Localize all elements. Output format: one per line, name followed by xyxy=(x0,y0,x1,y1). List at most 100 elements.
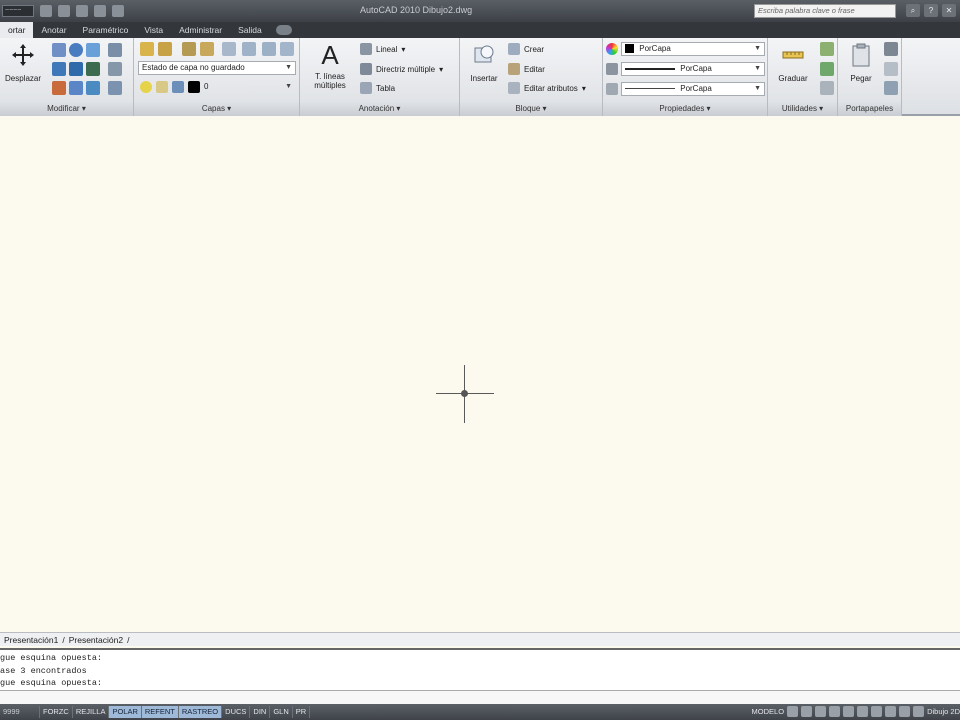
measure-button[interactable]: Graduar xyxy=(772,42,814,83)
lineweight-value: PorCapa xyxy=(680,64,712,73)
close-icon[interactable]: ✕ xyxy=(942,4,956,17)
move-icon xyxy=(12,44,34,66)
search-icon[interactable]: ⌕ xyxy=(906,4,920,17)
toggle-gln[interactable]: GLN xyxy=(270,706,293,718)
erase-icon[interactable] xyxy=(52,81,66,95)
panel-anotacion-label[interactable]: Anotación ▾ xyxy=(300,102,459,116)
calculator-icon[interactable] xyxy=(820,62,834,76)
linetype-dropdown[interactable]: PorCapa ▼ xyxy=(621,82,765,96)
paste-button[interactable]: Pegar xyxy=(842,42,880,83)
create-block-button[interactable]: Crear xyxy=(508,43,544,55)
dropdown-icon[interactable] xyxy=(112,5,124,17)
toggle-rejilla[interactable]: REJILLA xyxy=(73,706,110,718)
color-dropdown[interactable]: PorCapa ▼ xyxy=(621,42,765,56)
mirror-icon[interactable] xyxy=(52,62,66,76)
auto-scale-icon[interactable] xyxy=(899,706,911,717)
annotation-scale-icon[interactable] xyxy=(871,706,883,717)
panel-bloque: Insertar Crear Editar Editar atributos ▾… xyxy=(460,38,603,116)
table-button[interactable]: Tabla xyxy=(360,82,395,94)
extend-icon[interactable] xyxy=(108,62,122,76)
tab-salida[interactable]: Salida xyxy=(230,25,270,35)
workspace-label[interactable]: Dibujo 2D xyxy=(927,707,960,716)
layer-isolate-icon[interactable] xyxy=(158,42,172,56)
tab-insertar[interactable]: ortar xyxy=(0,22,34,38)
layer-freeze-icon[interactable] xyxy=(242,42,256,56)
toggle-ducs[interactable]: DUCS xyxy=(222,706,251,718)
save-icon[interactable] xyxy=(58,5,70,17)
tab-presentacion2[interactable]: Presentación2 xyxy=(69,635,123,645)
circle-icon[interactable] xyxy=(69,43,83,57)
pan-icon[interactable] xyxy=(815,706,827,717)
tab-parametrico[interactable]: Paramétrico xyxy=(75,25,137,35)
linear-dim-button[interactable]: Lineal ▾ xyxy=(360,43,405,55)
workspace-gear-icon[interactable] xyxy=(913,706,925,717)
fillet-icon[interactable] xyxy=(86,62,100,76)
quick-access-field[interactable]: ~~~~ xyxy=(2,5,34,17)
layer-properties-icon[interactable] xyxy=(140,42,154,56)
toggle-polar[interactable]: POLAR xyxy=(109,706,142,718)
array-icon[interactable] xyxy=(86,81,100,95)
undo-icon[interactable] xyxy=(76,5,88,17)
layout-tabs: Presentación1 / Presentación2 / xyxy=(0,632,960,646)
panel-capas-label[interactable]: Capas ▾ xyxy=(134,102,299,116)
tab-presentacion1[interactable]: Presentación1 xyxy=(4,635,58,645)
match-properties-icon[interactable] xyxy=(884,81,898,95)
zoom-icon[interactable] xyxy=(829,706,841,717)
panel-bloque-label[interactable]: Bloque ▾ xyxy=(460,102,602,116)
mleader-button[interactable]: Directriz múltiple ▾ xyxy=(360,63,443,75)
layer-lock-icon[interactable] xyxy=(262,42,276,56)
panel-modificar-label[interactable]: Modificar ▾ xyxy=(0,102,133,116)
layer-state-dropdown[interactable]: Estado de capa no guardado ▼ xyxy=(138,61,296,75)
showmotion-icon[interactable] xyxy=(857,706,869,717)
open-icon[interactable] xyxy=(40,5,52,17)
command-input[interactable] xyxy=(0,690,960,704)
lock-icon[interactable] xyxy=(172,81,184,93)
tab-vista[interactable]: Vista xyxy=(136,25,171,35)
offset-icon[interactable] xyxy=(108,81,122,95)
edit-attributes-button[interactable]: Editar atributos ▾ xyxy=(508,82,586,94)
insert-button[interactable]: Insertar xyxy=(464,42,504,83)
toggle-forzc[interactable]: FORZC xyxy=(40,706,73,718)
cut-icon[interactable] xyxy=(884,42,898,56)
redo-icon[interactable] xyxy=(94,5,106,17)
panel-propiedades-label[interactable]: Propiedades ▾ xyxy=(603,102,767,116)
lineweight-dropdown[interactable]: PorCapa ▼ xyxy=(621,62,765,76)
sun-icon[interactable] xyxy=(156,81,168,93)
ribbon-minimize-toggle[interactable] xyxy=(275,25,292,35)
layer-match-icon[interactable] xyxy=(182,42,196,56)
copy-icon[interactable] xyxy=(86,43,100,57)
move-button[interactable]: Desplazar xyxy=(2,42,44,83)
panel-portapapeles-label[interactable]: Portapapeles xyxy=(838,102,901,116)
steering-wheel-icon[interactable] xyxy=(843,706,855,717)
stretch-icon[interactable] xyxy=(108,43,122,57)
panel-utilidades-label[interactable]: Utilidades ▾ xyxy=(768,102,837,116)
toggle-din[interactable]: DIN xyxy=(250,706,271,718)
current-layer-dropdown[interactable]: 0 ▼ xyxy=(200,80,296,94)
toggle-refent[interactable]: REFENT xyxy=(141,706,179,718)
copy-clip-icon[interactable] xyxy=(884,62,898,76)
annotation-visibility-icon[interactable] xyxy=(885,706,897,717)
help-search-input[interactable]: Escriba palabra clave o frase xyxy=(754,4,896,18)
rotate-icon[interactable] xyxy=(52,43,66,57)
explode-icon[interactable] xyxy=(69,81,83,95)
help-icon[interactable]: ? xyxy=(924,4,938,17)
layout-icon[interactable] xyxy=(787,706,799,717)
quick-select-icon[interactable] xyxy=(820,42,834,56)
quick-view-icon[interactable] xyxy=(801,706,813,717)
layer-merge-icon[interactable] xyxy=(280,42,294,56)
layer-previous-icon[interactable] xyxy=(200,42,214,56)
toggle-pr[interactable]: PR xyxy=(293,706,311,718)
id-point-icon[interactable] xyxy=(820,81,834,95)
lightbulb-icon[interactable] xyxy=(140,81,152,93)
drawing-area[interactable] xyxy=(0,118,960,632)
model-space-button[interactable]: MODELO xyxy=(752,707,785,716)
tab-anotar[interactable]: Anotar xyxy=(33,25,74,35)
trim-icon[interactable] xyxy=(69,62,83,76)
toggle-rastreo[interactable]: RASTREO xyxy=(178,706,223,718)
edit-block-button[interactable]: Editar xyxy=(508,63,545,75)
mtext-button[interactable]: A T. líneas múltiples xyxy=(306,42,354,90)
layer-walk-icon[interactable] xyxy=(222,42,236,56)
paste-icon xyxy=(852,43,870,67)
tab-administrar[interactable]: Administrar xyxy=(171,25,230,35)
panel-propiedades: PorCapa ▼ PorCapa ▼ PorCapa ▼ Propiedade… xyxy=(603,38,768,116)
